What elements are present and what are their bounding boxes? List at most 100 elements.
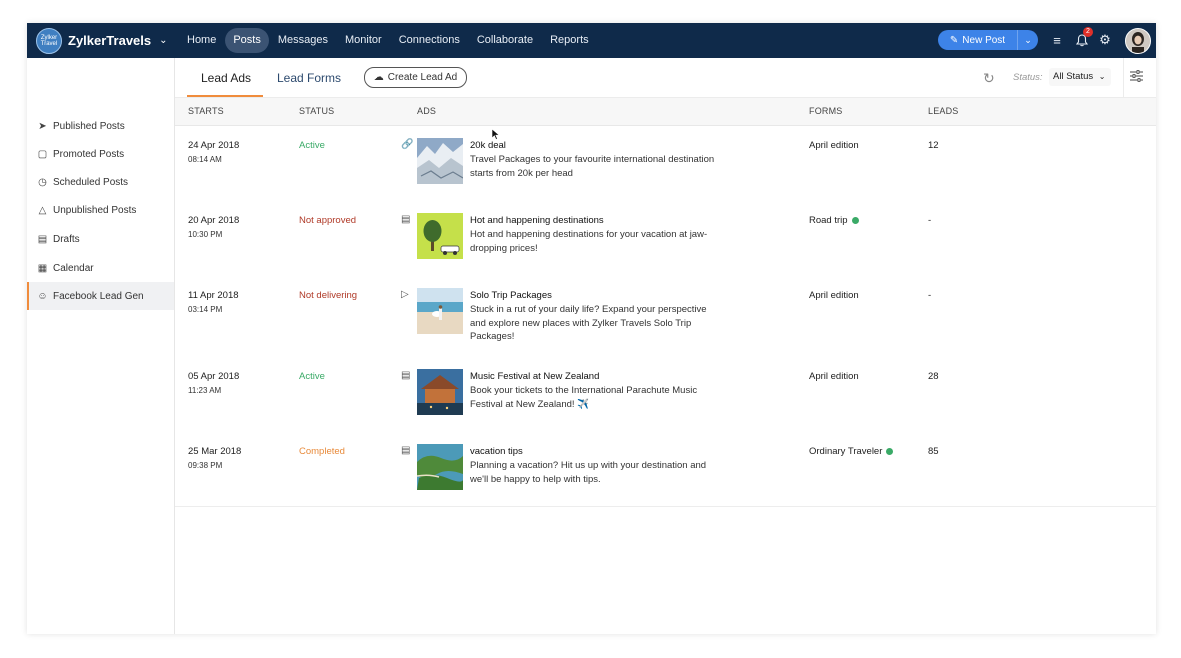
start-time: 08:14 AM	[188, 155, 222, 164]
sidebar-item-label: Unpublished Posts	[53, 204, 137, 216]
link-icon: 🔗	[401, 139, 414, 150]
column-header-forms[interactable]: FORMS	[809, 98, 843, 125]
nav-posts[interactable]: Posts	[225, 28, 269, 53]
refresh-icon[interactable]: ↻	[983, 70, 995, 87]
ad-description: Book your tickets to the International P…	[470, 385, 698, 410]
mouse-cursor-icon	[491, 127, 500, 145]
start-date: 11 Apr 2018	[188, 290, 239, 301]
table-row[interactable]: 20 Apr 2018 10:30 PM Not approved ▤ Hot …	[175, 201, 1156, 277]
nav-monitor[interactable]: Monitor	[337, 28, 390, 53]
ad-description: Stuck in a rut of your daily life? Expan…	[470, 304, 707, 342]
ad-description: Planning a vacation? Hit us up with your…	[470, 460, 707, 485]
ad-thumbnail[interactable]	[417, 444, 463, 490]
ad-title[interactable]: 20k deal	[470, 140, 506, 151]
menu-icon[interactable]: ≡	[1048, 31, 1066, 49]
table-header: STARTS STATUS ADS FORMS LEADS	[175, 98, 1156, 126]
new-post-dropdown-button[interactable]: ⌄	[1018, 35, 1038, 46]
form-name[interactable]: April edition	[809, 290, 859, 301]
ad-description: Travel Packages to your favourite intern…	[470, 154, 715, 179]
leads-count: 85	[928, 446, 939, 457]
leads-count: 12	[928, 140, 939, 151]
ad-thumbnail[interactable]	[417, 138, 463, 184]
promote-icon: ▢	[37, 148, 48, 160]
form-name[interactable]: Ordinary Traveler	[809, 446, 894, 457]
nav-connections[interactable]: Connections	[391, 28, 468, 53]
ad-title[interactable]: vacation tips	[470, 446, 523, 457]
table-row[interactable]: 24 Apr 2018 08:14 AM Active 🔗 20k deal T…	[175, 126, 1156, 202]
column-header-leads[interactable]: LEADS	[928, 98, 959, 125]
form-name-label: April edition	[809, 290, 859, 301]
calendar-icon: ▦	[37, 262, 48, 274]
sidebar-item-label: Facebook Lead Gen	[53, 290, 144, 302]
gear-icon[interactable]: ⚙	[1096, 31, 1114, 49]
table-row[interactable]: 11 Apr 2018 03:14 PM Not delivering ▷ So…	[175, 276, 1156, 358]
tab-lead-forms[interactable]: Lead Forms	[277, 58, 341, 97]
ad-title[interactable]: Solo Trip Packages	[470, 290, 552, 301]
status-filter-dropdown[interactable]: All Status ⌄	[1049, 68, 1112, 86]
status-badge: Active	[299, 371, 325, 382]
clock-icon: ◷	[38, 176, 47, 188]
divider	[1123, 58, 1124, 97]
brand-logo: Zylker Travel	[36, 27, 62, 54]
send-icon: ➤	[38, 120, 47, 132]
avatar[interactable]	[1125, 28, 1151, 54]
filter-settings-icon[interactable]	[1130, 70, 1143, 85]
sidebar-item-unpublished-posts[interactable]: △ Unpublished Posts	[27, 196, 174, 224]
top-navigation-bar: Zylker Travel ZylkerTravels ⌄ Home Posts…	[27, 23, 1156, 58]
sidebar-item-drafts[interactable]: ▤ Drafts	[27, 225, 174, 253]
form-name[interactable]: April edition	[809, 140, 859, 151]
status-badge: Not delivering	[299, 290, 358, 301]
tab-lead-ads[interactable]: Lead Ads	[187, 58, 264, 97]
pencil-icon: ✎	[949, 34, 959, 46]
create-lead-ad-button[interactable]: ☁ Create Lead Ad	[364, 67, 467, 88]
sidebar-item-calendar[interactable]: ▦ Calendar	[27, 254, 174, 282]
notifications-bell-icon[interactable]: 2	[1073, 27, 1093, 49]
column-header-starts[interactable]: STARTS	[188, 98, 224, 125]
nav-collaborate[interactable]: Collaborate	[469, 28, 541, 53]
nav-messages[interactable]: Messages	[270, 28, 336, 53]
ad-title[interactable]: Hot and happening destinations	[470, 215, 604, 226]
sidebar-item-facebook-lead-gen[interactable]: ☺ Facebook Lead Gen	[27, 282, 174, 311]
sidebar-item-label: Scheduled Posts	[53, 176, 129, 188]
form-name-label: Road trip	[809, 215, 848, 226]
form-name-label: Ordinary Traveler	[809, 446, 883, 457]
notification-count-badge: 2	[1083, 27, 1093, 37]
start-date: 25 Mar 2018	[188, 446, 242, 457]
column-header-status[interactable]: STATUS	[299, 98, 334, 125]
sidebar-item-scheduled-posts[interactable]: ◷ Scheduled Posts	[27, 168, 174, 196]
nav-reports[interactable]: Reports	[542, 28, 597, 53]
leads-count: -	[928, 290, 932, 301]
form-active-dot	[886, 447, 894, 455]
brand-switcher[interactable]: Zylker Travel ZylkerTravels ⌄	[36, 27, 168, 54]
status-badge: Not approved	[299, 215, 357, 226]
sidebar-item-label: Promoted Posts	[53, 148, 125, 160]
megaphone-icon: ☁	[373, 72, 384, 83]
nav-home[interactable]: Home	[179, 28, 224, 53]
video-icon: ▷	[401, 289, 409, 300]
table-row[interactable]: 05 Apr 2018 11:23 AM Active ▤ Music Fest…	[175, 357, 1156, 433]
form-name[interactable]: Road trip	[809, 215, 859, 226]
image-icon: ▤	[401, 214, 411, 225]
main-nav: Home Posts Messages Monitor Connections …	[179, 28, 598, 53]
ad-thumbnail[interactable]	[417, 369, 463, 415]
sidebar-item-label: Published Posts	[53, 120, 125, 132]
form-name[interactable]: April edition	[809, 371, 859, 382]
brand-name: ZylkerTravels	[68, 33, 152, 48]
status-badge: Active	[299, 140, 325, 151]
sidebar-item-published-posts[interactable]: ➤ Published Posts	[27, 112, 174, 140]
sidebar: ➤ Published Posts ▢ Promoted Posts ◷ Sch…	[27, 58, 175, 634]
table-row[interactable]: 25 Mar 2018 09:38 PM Completed ▤ vacatio…	[175, 432, 1156, 507]
ad-title[interactable]: Music Festival at New Zealand	[470, 371, 599, 382]
image-icon: ▤	[401, 370, 411, 381]
start-time: 09:38 PM	[188, 461, 223, 470]
create-lead-ad-label: Create Lead Ad	[387, 72, 458, 83]
column-header-ads[interactable]: ADS	[417, 98, 436, 125]
image-icon: ▤	[401, 445, 411, 456]
new-post-label: New Post	[962, 34, 1006, 46]
sidebar-item-promoted-posts[interactable]: ▢ Promoted Posts	[27, 140, 174, 168]
new-post-button[interactable]: ✎ New Post	[938, 35, 1017, 46]
ad-thumbnail[interactable]	[417, 288, 463, 334]
lead-gen-icon: ☺	[37, 290, 48, 302]
ad-thumbnail[interactable]	[417, 213, 463, 259]
start-date: 05 Apr 2018	[188, 371, 240, 382]
